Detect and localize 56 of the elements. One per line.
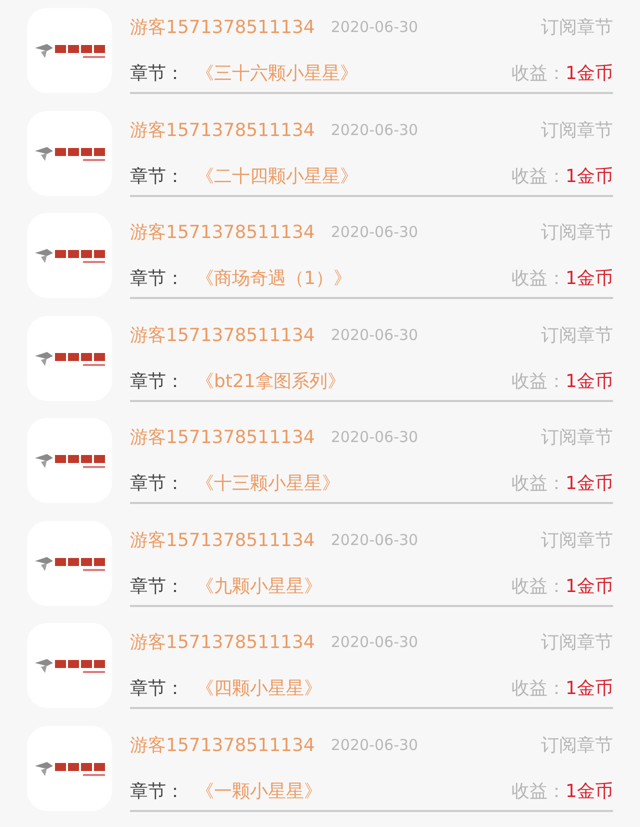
chapter-title: 《商场奇遇（1）》: [196, 267, 352, 290]
chapter-title: 《二十四颗小星星》: [196, 164, 358, 188]
date-text: 2020-06-30: [330, 736, 418, 754]
income-label: 收益：: [512, 780, 566, 802]
chapter-title: 《一颗小星星》: [196, 780, 322, 802]
income-label: 收益：: [512, 370, 566, 392]
user-name: 游客1571378511134: [130, 426, 315, 449]
date-text: 2020-06-30: [330, 326, 418, 344]
income-label: 收益：: [512, 164, 566, 188]
record-type: 订阅章节: [541, 16, 613, 39]
record-type: 订阅章节: [541, 324, 613, 346]
income-label: 收益：: [512, 677, 566, 700]
date-text: 2020-06-30: [330, 120, 418, 138]
income-label: 收益：: [512, 267, 566, 290]
income-amount: 1金币: [566, 267, 613, 290]
date-text: 2020-06-30: [330, 428, 418, 446]
income-amount: 1金币: [566, 370, 613, 392]
chapter-label: 章节：: [130, 472, 184, 495]
chapter-label: 章节：: [130, 370, 184, 392]
income-label: 收益：: [512, 574, 566, 598]
chapter-title: 《三十六颗小星星》: [196, 62, 358, 85]
chapter-title: 《九颗小星星》: [196, 574, 322, 598]
income-amount: 1金币: [566, 677, 613, 700]
date-text: 2020-06-30: [330, 633, 418, 651]
income-amount: 1金币: [566, 574, 613, 598]
date-text: 2020-06-30: [330, 223, 418, 241]
user-name: 游客1571378511134: [130, 118, 315, 142]
record-type: 订阅章节: [541, 631, 613, 654]
chapter-label: 章节：: [130, 780, 184, 802]
record-type: 订阅章节: [541, 528, 613, 552]
income-amount: 1金币: [566, 62, 613, 85]
user-name: 游客1571378511134: [130, 324, 315, 346]
user-name: 游客1571378511134: [130, 528, 315, 552]
income-amount: 1金币: [566, 164, 613, 188]
record-type: 订阅章节: [541, 221, 613, 244]
record-type: 订阅章节: [541, 118, 613, 142]
income-amount: 1金币: [566, 472, 613, 495]
income-label: 收益：: [512, 472, 566, 495]
chapter-label: 章节：: [130, 62, 184, 85]
income-label: 收益：: [512, 62, 566, 85]
income-amount: 1金币: [566, 780, 613, 802]
chapter-title: 《bt21拿图系列》: [196, 370, 346, 392]
user-name: 游客1571378511134: [130, 16, 315, 39]
chapter-label: 章节：: [130, 574, 184, 598]
record-type: 订阅章节: [541, 734, 613, 756]
user-name: 游客1571378511134: [130, 631, 315, 654]
chapter-label: 章节：: [130, 164, 184, 188]
chapter-label: 章节：: [130, 267, 184, 290]
chapter-label: 章节：: [130, 677, 184, 700]
date-text: 2020-06-30: [330, 530, 418, 548]
record-type: 订阅章节: [541, 426, 613, 449]
chapter-title: 《四颗小星星》: [196, 677, 322, 700]
chapter-title: 《十三颗小星星》: [196, 472, 340, 495]
user-name: 游客1571378511134: [130, 734, 315, 756]
user-name: 游客1571378511134: [130, 221, 315, 244]
date-text: 2020-06-30: [330, 18, 418, 36]
